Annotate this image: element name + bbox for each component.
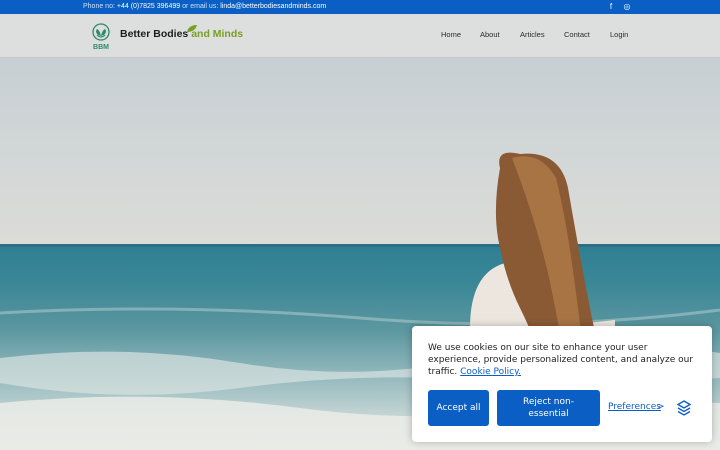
cookie-settings-icon[interactable] bbox=[676, 400, 692, 416]
logo-text: BBM bbox=[93, 44, 109, 51]
nav-articles[interactable]: Articles bbox=[520, 30, 545, 39]
nav-contact[interactable]: Contact bbox=[564, 30, 590, 39]
site-header: BBM Better Bodies and Minds Home About A… bbox=[0, 14, 720, 58]
contact-info: Phone no: +44 (0)7825 396499 or email us… bbox=[83, 3, 326, 10]
cookie-banner: We use cookies on our site to enhance yo… bbox=[412, 326, 712, 442]
brand-main: Better Bodies bbox=[120, 28, 189, 40]
preferences-link[interactable]: Preferences bbox=[608, 402, 661, 412]
instagram-icon[interactable]: ◎ bbox=[622, 2, 632, 12]
brand-name[interactable]: Better Bodies and Minds bbox=[120, 28, 243, 40]
facebook-icon[interactable]: f bbox=[606, 2, 616, 12]
phone-number[interactable]: +44 (0)7825 396499 bbox=[117, 3, 180, 10]
chevron-right-icon: > bbox=[657, 402, 665, 412]
logo[interactable]: BBM bbox=[90, 23, 112, 51]
accept-all-button[interactable]: Accept all bbox=[428, 390, 489, 426]
email-label: or email us: bbox=[182, 3, 219, 10]
nav-login[interactable]: Login bbox=[610, 30, 628, 39]
cookie-policy-link[interactable]: Cookie Policy. bbox=[460, 367, 521, 377]
top-contact-bar: Phone no: +44 (0)7825 396499 or email us… bbox=[0, 0, 720, 14]
brand-accent: and Minds bbox=[191, 28, 244, 40]
nav-about[interactable]: About bbox=[480, 30, 500, 39]
email-address[interactable]: linda@betterbodiesandminds.com bbox=[220, 3, 326, 10]
nav-home[interactable]: Home bbox=[441, 30, 461, 39]
cookie-message-block: We use cookies on our site to enhance yo… bbox=[428, 342, 696, 378]
reject-non-essential-button[interactable]: Reject non-essential bbox=[497, 390, 600, 426]
phone-label: Phone no: bbox=[83, 3, 115, 10]
